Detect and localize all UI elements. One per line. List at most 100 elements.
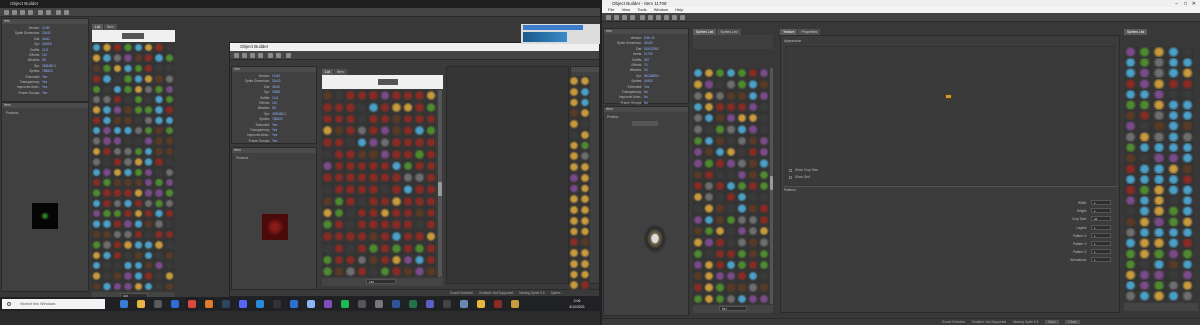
menu-tools[interactable]: Tools: [637, 7, 646, 12]
sprite-thumb[interactable]: [112, 94, 123, 105]
sprite-thumb[interactable]: [143, 250, 154, 260]
sprite-thumb[interactable]: [748, 248, 758, 259]
sprite-thumb[interactable]: [92, 63, 102, 74]
dialog-settings-icon[interactable]: [286, 53, 291, 58]
open-icon[interactable]: [12, 10, 17, 15]
sprite-thumb[interactable]: [133, 260, 143, 271]
sprite-thumb[interactable]: [580, 194, 590, 204]
steam-icon[interactable]: [222, 300, 230, 308]
sprite-thumb[interactable]: [391, 113, 402, 125]
sprite-thumb[interactable]: [143, 74, 154, 84]
sprite-thumb[interactable]: [726, 214, 736, 225]
sprite-thumb[interactable]: [356, 101, 367, 113]
sprite-thumb[interactable]: [1166, 280, 1180, 291]
edge-icon[interactable]: [120, 300, 128, 308]
sprite-thumb[interactable]: [356, 148, 367, 160]
sprite-thumb[interactable]: [1138, 227, 1152, 238]
sprite-thumb[interactable]: [356, 137, 367, 148]
sprite-thumb[interactable]: [1166, 68, 1180, 78]
sprite-thumb[interactable]: [1124, 227, 1138, 238]
dialog-page-field[interactable]: 160: [366, 279, 396, 284]
sprite-thumb[interactable]: [425, 207, 436, 219]
sprite-thumb[interactable]: [92, 240, 102, 250]
sprite-thumb[interactable]: [569, 108, 579, 118]
sprite-thumb[interactable]: [322, 90, 333, 101]
taskbar-search[interactable]: Search this Windows: [2, 299, 105, 309]
sprite-thumb[interactable]: [1124, 110, 1138, 121]
sprite-thumb[interactable]: [368, 254, 379, 266]
sprite-thumb[interactable]: [726, 248, 736, 259]
sprite-thumb[interactable]: [345, 242, 356, 254]
sprite-thumb[interactable]: [164, 229, 174, 240]
sprite-thumb[interactable]: [102, 271, 112, 281]
sprite-thumb[interactable]: [322, 172, 333, 183]
sprite-thumb[interactable]: [1152, 248, 1166, 259]
sprite-thumb[interactable]: [737, 214, 747, 225]
sprite-thumb[interactable]: [715, 225, 725, 237]
sprite-thumb[interactable]: [726, 282, 736, 293]
sprite-thumb[interactable]: [92, 146, 102, 157]
sprite-thumb[interactable]: [133, 240, 143, 250]
sprite-thumb[interactable]: [123, 167, 133, 177]
right-compile-icon[interactable]: [630, 15, 635, 20]
sprite-thumb[interactable]: [715, 282, 725, 293]
right-import-icon[interactable]: [640, 15, 645, 20]
sprite-thumb[interactable]: [569, 248, 579, 258]
sprite-thumb[interactable]: [1138, 121, 1152, 131]
sprite-thumb[interactable]: [580, 226, 590, 237]
sprite-thumb[interactable]: [748, 214, 758, 225]
sprite-thumb[interactable]: [759, 282, 769, 293]
sprite-thumb[interactable]: [345, 125, 356, 136]
sprite-thumb[interactable]: [92, 229, 102, 240]
help-icon[interactable]: [64, 10, 69, 15]
sprite-thumb[interactable]: [414, 219, 425, 230]
teams-icon[interactable]: [426, 300, 434, 308]
sprite-thumb[interactable]: [1124, 153, 1138, 163]
sprite-thumb[interactable]: [368, 137, 379, 148]
sprite-thumb[interactable]: [154, 281, 164, 291]
sprite-thumb[interactable]: [92, 271, 102, 281]
sprite-thumb[interactable]: [414, 113, 425, 125]
sprite-thumb[interactable]: [748, 113, 758, 124]
sprite-thumb[interactable]: [164, 157, 174, 167]
sprite-thumb[interactable]: [1124, 195, 1138, 206]
sprite-thumb[interactable]: [92, 126, 102, 136]
sprite-thumb[interactable]: [154, 260, 164, 271]
sprite-thumb[interactable]: [715, 214, 725, 225]
sprite-thumb[interactable]: [759, 225, 769, 237]
dialog-save-icon[interactable]: [250, 53, 255, 58]
sprite-thumb[interactable]: [164, 84, 174, 94]
sprite-thumb[interactable]: [102, 157, 112, 167]
sprite-thumb[interactable]: [368, 172, 379, 183]
sprite-thumb[interactable]: [1138, 163, 1152, 174]
sprite-thumb[interactable]: [737, 271, 747, 282]
sprite-thumb[interactable]: [164, 146, 174, 157]
sprite-thumb[interactable]: [133, 209, 143, 219]
sprite-thumb[interactable]: [569, 194, 579, 204]
sprite-thumb[interactable]: [1138, 185, 1152, 195]
sprite-thumb[interactable]: [1180, 110, 1194, 121]
sprite-thumb[interactable]: [356, 160, 367, 172]
sprite-thumb[interactable]: [759, 169, 769, 180]
sprite-thumb[interactable]: [715, 293, 725, 304]
sprite-thumb[interactable]: [322, 219, 333, 230]
sprite-thumb[interactable]: [715, 192, 725, 203]
sprite-thumb[interactable]: [322, 266, 333, 277]
sprite-thumb[interactable]: [1166, 47, 1180, 57]
sprite-thumb[interactable]: [1166, 142, 1180, 153]
sprite-thumb[interactable]: [402, 254, 413, 266]
sprite-thumb[interactable]: [737, 158, 747, 169]
sprite-thumb[interactable]: [414, 231, 425, 242]
sprite-thumb[interactable]: [425, 172, 436, 183]
sprite-thumb[interactable]: [569, 129, 579, 140]
sprite-thumb[interactable]: [322, 207, 333, 219]
sprite-thumb[interactable]: [379, 195, 390, 207]
sprite-thumb[interactable]: [715, 124, 725, 135]
sprite-thumb[interactable]: [154, 167, 164, 177]
sprite-thumb[interactable]: [391, 137, 402, 148]
sprite-thumb[interactable]: [726, 180, 736, 192]
sprite-thumb[interactable]: [726, 90, 736, 101]
sprite-thumb[interactable]: [154, 105, 164, 115]
sprite-thumb[interactable]: [143, 94, 154, 105]
sprite-thumb[interactable]: [1180, 195, 1194, 206]
